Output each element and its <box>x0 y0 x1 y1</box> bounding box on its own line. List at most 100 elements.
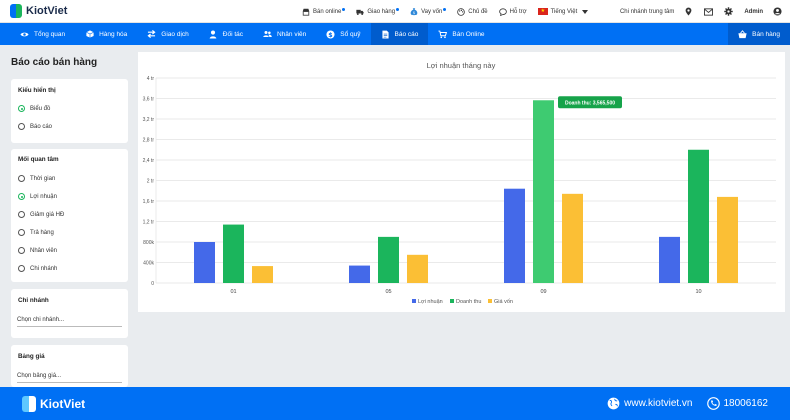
radio-giam-gia-hd[interactable]: Giảm giá HĐ <box>18 211 64 218</box>
top-link-ban-online[interactable]: Bán online <box>302 7 346 16</box>
nav-so-quy[interactable]: $ Sổ quỹ <box>316 23 370 45</box>
nav-bao-cao[interactable]: Báo cáo <box>370 23 429 45</box>
top-link-giao-hang[interactable]: Giao hàng <box>356 7 400 16</box>
y-tick-label: 1,2 tr <box>143 220 155 226</box>
bar <box>194 242 215 283</box>
page-title: Báo cáo bán hàng <box>11 57 98 68</box>
price-list-select[interactable]: Chọn bảng giá... <box>17 373 122 383</box>
radio-tra-hang[interactable]: Trả hàng <box>18 229 54 236</box>
chat-icon <box>498 7 507 16</box>
new-dot <box>342 7 346 11</box>
y-tick-label: 2 tr <box>147 179 155 185</box>
location-icon[interactable] <box>683 7 693 17</box>
branch-label[interactable]: Chi nhánh trung tâm <box>620 9 674 15</box>
cart-icon <box>438 30 448 39</box>
radio-icon <box>18 247 25 254</box>
svg-text:$: $ <box>329 31 333 38</box>
chevron-down-icon <box>582 9 589 14</box>
sell-button-label: Bán hàng <box>752 30 780 38</box>
radio-icon <box>18 211 25 218</box>
display-type-title: Kiểu hiển thị <box>18 87 56 94</box>
radio-icon <box>18 175 25 182</box>
radio-bieu-do[interactable]: Biểu đồ <box>18 105 50 112</box>
user-name[interactable]: Admin <box>744 9 763 15</box>
radio-chi-nhanh[interactable]: Chi nhánh <box>18 265 57 272</box>
y-tick-label: 1,6 tr <box>143 199 155 205</box>
dollar-icon: $ <box>326 29 335 39</box>
radio-label: Giảm giá HĐ <box>30 211 65 218</box>
bar <box>688 149 709 283</box>
gear-icon[interactable] <box>723 7 733 17</box>
legend-label: Lợi nhuận <box>418 299 443 305</box>
radio-label: Chi nhánh <box>30 265 58 272</box>
nav-tong-quan[interactable]: Tổng quan <box>10 23 75 45</box>
globe-icon <box>607 397 620 410</box>
legend-swatch <box>450 299 454 303</box>
radio-label: Thời gian <box>30 175 56 182</box>
y-tick-label: 3,6 tr <box>143 97 155 103</box>
radio-label: Trả hàng <box>30 229 54 236</box>
kiotviet-logo[interactable]: KiotViet <box>10 4 67 18</box>
report-icon <box>381 30 390 39</box>
nav-hang-hoa[interactable]: Hàng hóa <box>75 23 137 45</box>
sell-button[interactable]: Bán hàng <box>728 23 790 45</box>
nav-ban-online[interactable]: Bán Online <box>428 23 494 45</box>
language-select[interactable]: Tiếng Việt <box>537 8 589 15</box>
x-tick-label: 09 <box>540 289 546 295</box>
new-dot <box>443 7 447 11</box>
radio-thoi-gian[interactable]: Thời gian <box>18 175 55 182</box>
radio-icon <box>18 229 25 236</box>
palette-icon <box>457 7 466 16</box>
top-link-vay-von[interactable]: $ Vay vốn <box>410 7 447 16</box>
top-links: Bán online Giao hàng $ Vay vốn Chủ đề Hỗ… <box>302 0 599 23</box>
nav-nhan-vien[interactable]: Nhân viên <box>253 23 316 45</box>
y-tick-label: 4 tr <box>147 76 155 82</box>
branch-select[interactable]: Chọn chi nhánh... <box>17 317 122 327</box>
bar <box>504 188 525 283</box>
nav-doi-tac[interactable]: Đối tác <box>199 23 253 45</box>
radio-loi-nhuan[interactable]: Lợi nhuận <box>18 193 57 200</box>
hotline-link[interactable]: 18006162 <box>724 398 769 409</box>
new-dot <box>396 7 400 11</box>
branch-title: Chi nhánh <box>18 297 49 304</box>
nav-label: Tổng quan <box>34 30 66 38</box>
bar <box>533 100 554 283</box>
x-tick-label: 10 <box>695 289 701 295</box>
y-tick-label: 3,2 tr <box>143 117 155 123</box>
profit-chart: Lợi nhuận tháng này 0 400k 800k 1,2 tr 1,6 t… <box>143 61 776 305</box>
top-link-label: Hỗ trợ <box>509 8 527 15</box>
footer-logo[interactable]: KiotViet <box>22 395 85 412</box>
website-link[interactable]: www.kiotviet.vn <box>624 398 692 409</box>
tooltip-text: Doanh thu: 3,565,500 <box>565 100 615 106</box>
store-icon <box>302 8 310 16</box>
radio-icon <box>18 193 25 200</box>
branch-card: Chi nhánh Chọn chi nhánh... <box>11 289 128 338</box>
top-link-ho-tro[interactable]: Hỗ trợ <box>498 7 527 16</box>
delivery-icon <box>356 8 364 16</box>
nav-label: Giao dịch <box>161 30 189 38</box>
box-icon <box>85 30 94 39</box>
top-link-chu-de[interactable]: Chủ đề <box>457 7 488 16</box>
top-right: Chi nhánh trung tâm Admin <box>620 0 784 23</box>
y-tick-label: 2,8 tr <box>143 138 155 144</box>
bar <box>562 193 583 283</box>
bar <box>659 236 680 283</box>
radio-label: Báo cáo <box>30 123 53 130</box>
nav-label: Sổ quỹ <box>340 30 361 38</box>
legend-swatch <box>488 299 492 303</box>
nav-label: Hàng hóa <box>99 30 128 38</box>
nav-giao-dich[interactable]: Giao dịch <box>137 23 198 45</box>
logo-mark-icon <box>22 395 36 412</box>
mail-icon[interactable] <box>703 7 713 17</box>
x-tick-label: 05 <box>385 289 391 295</box>
user-icon[interactable] <box>772 7 782 17</box>
main-nav: Tổng quan Hàng hóa Giao dịch Đối tác Nhâ… <box>0 23 790 45</box>
concern-title: Mối quan tâm <box>18 156 59 163</box>
radio-nhan-vien[interactable]: Nhân viên <box>18 247 57 254</box>
radio-label: Nhân viên <box>30 247 58 254</box>
top-link-label: Bán online <box>313 8 342 15</box>
radio-bao-cao[interactable]: Báo cáo <box>18 123 52 130</box>
logo-mark-icon <box>10 4 22 18</box>
phone-icon <box>706 397 720 410</box>
top-link-label: Vay vốn <box>421 8 443 15</box>
